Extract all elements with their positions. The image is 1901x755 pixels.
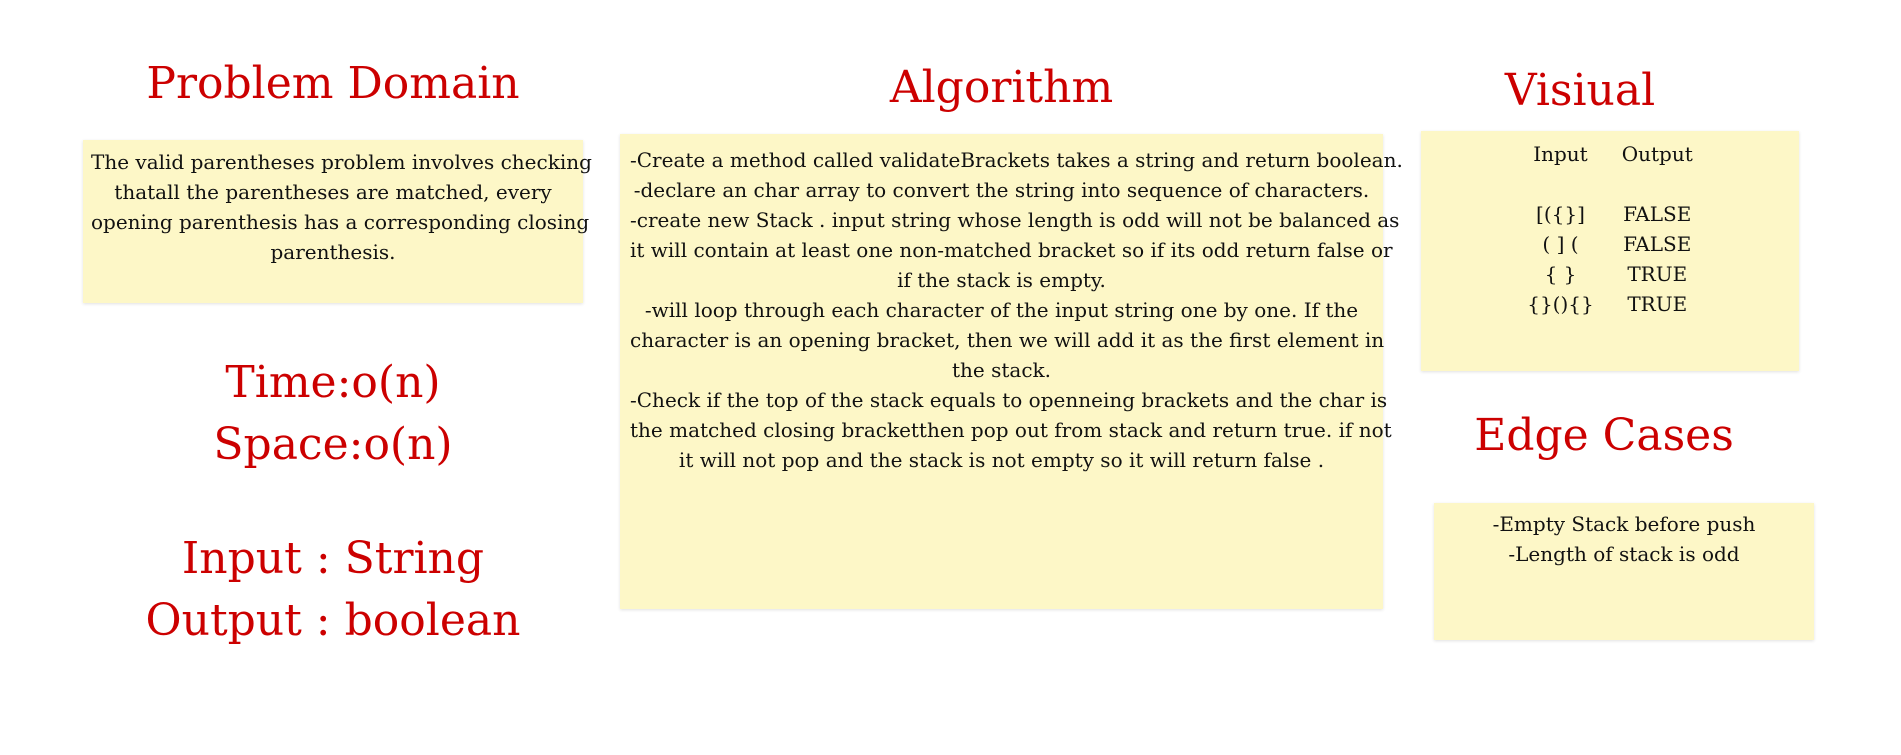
edge-case-line: -Empty Stack before push [1492,512,1756,536]
algorithm-line: the matched closing bracketthen pop out … [630,418,1392,442]
algorithm-line: -Create a method called validateBrackets… [630,148,1403,172]
algorithm-line: -declare an char array to convert the st… [633,178,1370,202]
visual-row-output: TRUE [1627,292,1688,316]
visual-note[interactable]: Input Output [({}] FALSE ( ] ( FALSE { }… [1421,131,1799,371]
algorithm-line: if the stack is empty. [897,268,1106,292]
visual-row-input: [({}] [1536,202,1585,226]
visual-header-row: Input Output [1513,139,1707,169]
algorithm-line: it will contain at least one non-matched… [630,238,1393,262]
visual-row-output: FALSE [1623,232,1692,256]
visual-row-input: { } [1544,262,1577,286]
algorithm-line: -create new Stack . input string whose l… [630,208,1400,232]
algorithm-heading: Algorithm [889,62,1114,113]
algorithm-line: the stack. [951,358,1051,382]
visual-row: [({}] FALSE [1513,199,1707,229]
edge-cases-note[interactable]: -Empty Stack before push -Length of stac… [1434,503,1814,640]
algorithm-line: character is an opening bracket, then we… [630,328,1385,352]
visual-row-input: {}(){} [1527,292,1594,316]
visual-heading: Visiual [1504,65,1656,116]
visual-header-input: Input [1533,142,1588,166]
problem-domain-line: The valid parentheses problem involves c… [91,150,592,174]
edge-case-line: -Length of stack is odd [1508,542,1740,566]
input-type: Input : String [181,533,485,584]
algorithm-note[interactable]: -Create a method called validateBrackets… [620,134,1403,609]
visual-row: ( ] ( FALSE [1513,229,1707,259]
visual-row-output: TRUE [1627,262,1688,286]
complexity-block: Time:o(n) Space:o(n) [83,352,583,476]
visual-table: Input Output [({}] FALSE ( ] ( FALSE { }… [1513,139,1707,319]
io-block: Input : String Output : boolean [83,528,583,652]
visual-row-input: ( ] ( [1542,232,1579,256]
problem-domain-note[interactable]: The valid parentheses problem involves c… [83,140,592,303]
algorithm-line: -Check if the top of the stack equals to… [630,388,1388,412]
algorithm-line: -will loop through each character of the… [644,298,1359,322]
space-complexity: Space:o(n) [213,419,453,470]
edge-cases-heading: Edge Cases [1474,410,1734,461]
problem-domain-line: opening parenthesis has a corresponding … [91,210,590,234]
problem-domain-line: parenthesis. [270,240,396,264]
problem-domain-line: thatall the parentheses are matched, eve… [114,180,552,204]
visual-row-output: FALSE [1623,202,1692,226]
output-type: Output : boolean [145,595,521,646]
visual-header-output: Output [1621,142,1693,166]
problem-domain-heading: Problem Domain [146,58,520,109]
algorithm-line: it will not pop and the stack is not emp… [678,448,1325,472]
visual-row: { } TRUE [1513,259,1707,289]
visual-row: {}(){} TRUE [1513,289,1707,319]
time-complexity: Time:o(n) [225,357,441,408]
